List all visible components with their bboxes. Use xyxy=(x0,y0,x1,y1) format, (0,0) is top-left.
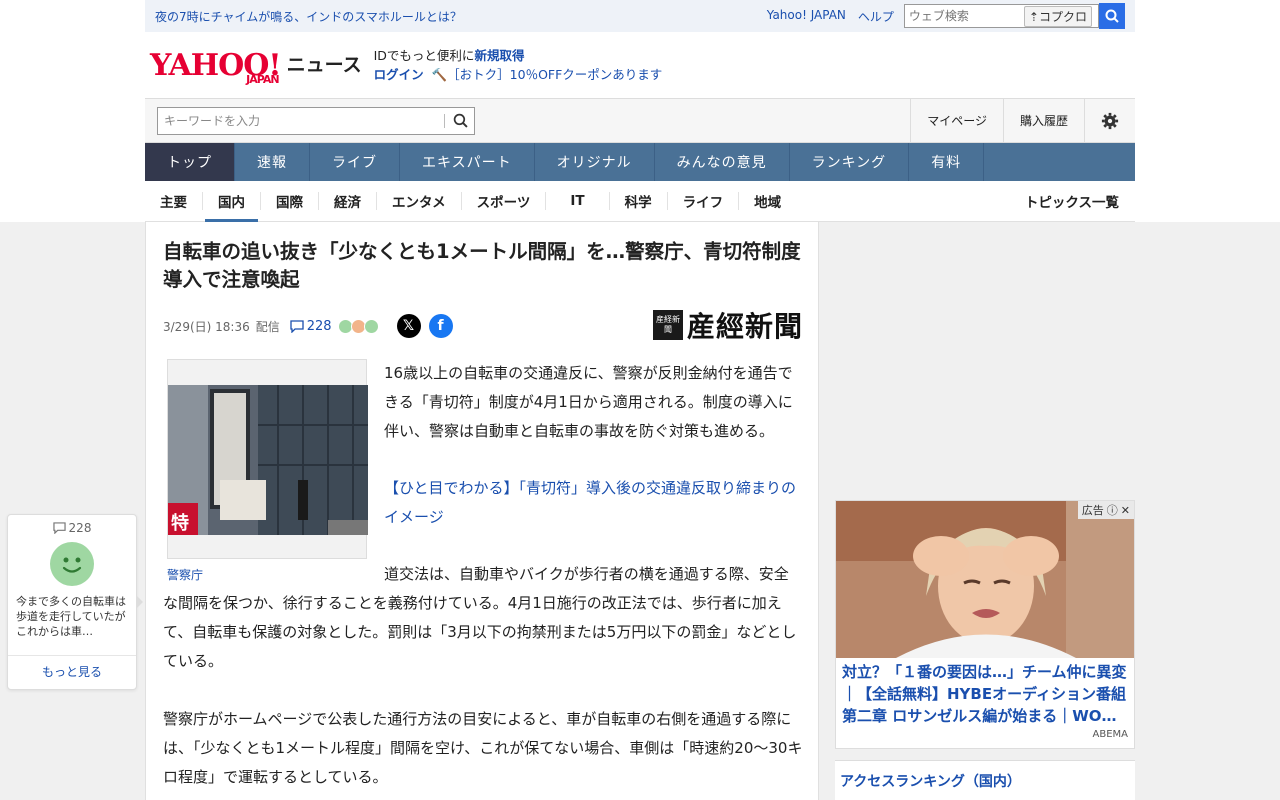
related-link[interactable]: 【ひと目でわかる】「青切符」導入後の交通違反取り締まりのイメージ xyxy=(384,479,796,526)
news-label: ニュース xyxy=(286,53,362,76)
mypage-link[interactable]: マイページ xyxy=(910,99,1003,142)
tab-domestic[interactable]: 国内 xyxy=(203,192,261,222)
comment-icon xyxy=(290,319,304,333)
yahoo-logo: YAHOO! JAPAN xyxy=(150,50,282,86)
tab-sports[interactable]: スポーツ xyxy=(462,192,547,211)
comment-count-link[interactable]: 228 xyxy=(290,319,332,334)
publisher-mark: 産経新聞 xyxy=(652,310,683,340)
utility-bar: 夜の7時にチャイムが鳴る、インドのスマホルールとは？ Yahoo! JAPAN … xyxy=(145,0,1135,32)
help-link[interactable]: ヘルプ xyxy=(858,8,894,25)
info-icon: ⓘ xyxy=(1106,504,1118,517)
yahoo-japan-link[interactable]: Yahoo! JAPAN xyxy=(767,8,846,25)
nav-live[interactable]: ライブ xyxy=(310,143,400,181)
ad-label-text: 広告 xyxy=(1081,504,1104,517)
comment-count: 228 xyxy=(306,318,332,334)
reaction-face-icon xyxy=(363,318,379,334)
more-comments-link[interactable]: もっと見る xyxy=(8,655,136,689)
comment-count: 228 xyxy=(68,521,92,535)
article-meta: 3/29(日) 18:36 配信 228 𝕏 f xyxy=(163,314,453,338)
ad-block[interactable]: 広告 ⓘ ✕ 対立？「１番の要因は…」チーム仲に異変｜【全話無料】HYBEオーデ… xyxy=(835,500,1135,749)
yahoo-news-logo[interactable]: YAHOO! JAPAN ニュース xyxy=(150,50,362,86)
settings-button[interactable] xyxy=(1084,99,1135,142)
comment-count-row: 228 xyxy=(8,521,136,535)
article-title: 自転車の追い抜き「少なくとも1メートル間隔」を…警察庁、青切符制度導入で注意喚起 xyxy=(163,240,801,291)
kopukuro-toggle[interactable]: ⇡コプクロ xyxy=(1023,4,1099,28)
keyword-search[interactable]: キーワードを入力 xyxy=(157,106,475,135)
comment-icon xyxy=(52,522,66,534)
category-nav: 主要 国内 国際 経済 エンタメ スポーツ IT 科学 ライフ 地域 トピックス… xyxy=(145,181,1135,222)
article-body: 16歳以上の自転車の交通違反に、警察が反則金納付を通告できる「青切符」制度が4月… xyxy=(163,359,803,792)
ad-headline[interactable]: 対立？「１番の要因は…」チーム仲に異変｜【全話無料】HYBEオーディション番組 … xyxy=(842,661,1130,727)
nav-opinions[interactable]: みんなの意見 xyxy=(655,143,790,181)
ad-sponsor: ABEMA xyxy=(1092,729,1129,740)
divider xyxy=(444,113,445,128)
promo-link[interactable]: 夜の7時にチャイムが鳴る、インドのスマホルールとは？ xyxy=(155,8,767,25)
login-link[interactable]: ログイン xyxy=(374,67,424,82)
close-icon[interactable]: ✕ xyxy=(1121,504,1130,517)
pin-icon: ⇡ xyxy=(1028,9,1039,24)
reaction-faces[interactable] xyxy=(337,318,379,334)
tab-it[interactable]: IT xyxy=(546,192,610,210)
nav-ranking[interactable]: ランキング xyxy=(790,143,910,181)
article-date: 3/29(日) 18:36 xyxy=(163,319,250,334)
purchase-history-link[interactable]: 購入履歴 xyxy=(1002,99,1084,142)
tab-life[interactable]: ライフ xyxy=(668,192,740,211)
comment-preview[interactable]: 228 今まで多くの自転車は歩道を走行していたが これからは車… もっと見る xyxy=(7,514,143,690)
nav-paid[interactable]: 有料 xyxy=(909,143,985,181)
tab-entertainment[interactable]: エンタメ xyxy=(377,192,462,211)
paragraph: 警察庁がホームページで公表した通行方法の目安によると、車が自転車の右側を通過する… xyxy=(163,710,803,786)
brand-bar: YAHOO! JAPAN ニュース IDでもっと便利に新規取得 ログイン 🔨［おト… xyxy=(145,32,1135,98)
access-ranking-title[interactable]: アクセスランキング（国内） xyxy=(835,760,1135,800)
web-search-button[interactable] xyxy=(1099,3,1125,29)
nav-top[interactable]: トップ xyxy=(145,143,235,181)
id-prompt: IDでもっと便利に xyxy=(373,48,475,63)
coupon-link[interactable]: ［おトク］10％OFFクーポンあります xyxy=(447,67,662,82)
paragraph: 16歳以上の自転車の交通違反に、警察が反則金納付を通告できる「青切符」制度が4月… xyxy=(384,364,793,440)
publisher-logo[interactable]: 産経新聞 産經新聞 xyxy=(652,305,803,345)
tab-international[interactable]: 国際 xyxy=(261,192,319,211)
nav-breaking[interactable]: 速報 xyxy=(235,143,310,181)
ad-label[interactable]: 広告 ⓘ ✕ xyxy=(1077,501,1134,519)
search-icon xyxy=(1105,9,1119,23)
web-search-input[interactable] xyxy=(903,4,1024,28)
tab-science[interactable]: 科学 xyxy=(610,192,668,211)
kopukuro-label: コプクロ xyxy=(1038,9,1087,24)
comment-text: 今まで多くの自転車は歩道を走行していたが これからは車… xyxy=(16,595,126,638)
nav-original[interactable]: オリジナル xyxy=(535,143,655,181)
topics-list-link[interactable]: トピックス一覧 xyxy=(1025,191,1119,211)
tab-region[interactable]: 地域 xyxy=(739,192,796,211)
ad-image xyxy=(836,501,1134,658)
publisher-name: 産經新聞 xyxy=(686,310,803,343)
delivery-label: 配信 xyxy=(255,319,280,334)
id-box: IDでもっと便利に新規取得 ログイン 🔨［おトク］10％OFFクーポンあります xyxy=(374,46,663,84)
smile-face-icon xyxy=(50,542,94,586)
coupon-icon: 🔨 xyxy=(431,67,448,82)
paragraph: 道交法は、自動車やバイクが歩行者の横を通過する際、安全な間隔を保つか、徐行するこ… xyxy=(163,565,797,670)
search-bar: キーワードを入力 マイページ 購入履歴 xyxy=(145,98,1135,143)
facebook-share-icon[interactable]: f xyxy=(428,314,453,338)
article: 自転車の追い抜き「少なくとも1メートル間隔」を…警察庁、青切符制度導入で注意喚起… xyxy=(145,222,819,800)
tab-main[interactable]: 主要 xyxy=(145,192,203,211)
nav-expert[interactable]: エキスパート xyxy=(400,143,535,181)
register-link[interactable]: 新規取得 xyxy=(474,48,524,63)
gear-icon xyxy=(1101,112,1119,129)
web-search: ⇡コプクロ xyxy=(903,3,1125,29)
x-share-icon[interactable]: 𝕏 xyxy=(396,314,421,338)
search-icon[interactable] xyxy=(453,113,468,128)
tab-economy[interactable]: 経済 xyxy=(319,192,377,211)
keyword-input[interactable]: キーワードを入力 xyxy=(164,112,260,129)
global-nav: トップ 速報 ライブ エキスパート オリジナル みんなの意見 ランキング 有料 xyxy=(145,143,1135,181)
japan-logo-text: JAPAN xyxy=(246,72,279,86)
